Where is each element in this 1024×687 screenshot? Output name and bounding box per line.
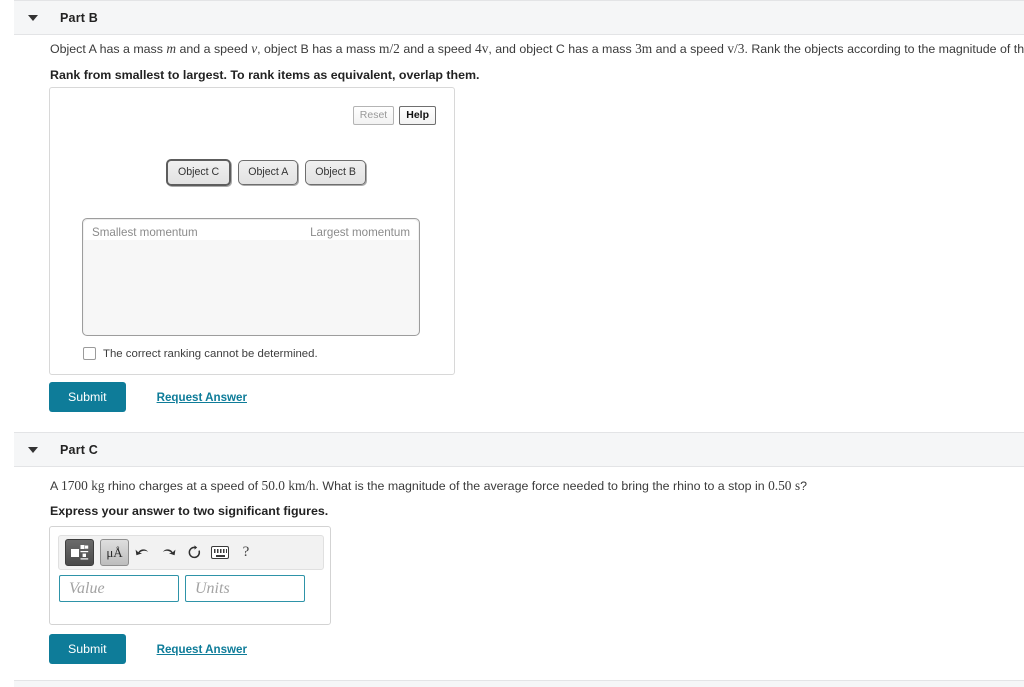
reset-circular-arrow-icon[interactable] <box>181 540 207 565</box>
qc-seg-2: rhino charges at a speed of <box>104 479 262 493</box>
tile-object-c[interactable]: Object C <box>166 159 232 186</box>
undo-arrow-icon[interactable] <box>129 540 155 565</box>
qb-mass-3m: 3m <box>635 41 653 56</box>
part-b-question-text: Object A has a mass m and a speed v, obj… <box>50 41 1024 57</box>
units-input[interactable] <box>185 575 305 602</box>
qc-mass-value: 1700 <box>61 478 88 493</box>
qb-mass-m: m <box>166 41 177 56</box>
qb-speed-4v: 4v <box>475 41 489 56</box>
tile-object-a[interactable]: Object A <box>238 160 299 185</box>
qb-seg-1: Object A has a mass <box>50 42 167 56</box>
cannot-determine-checkbox[interactable] <box>83 347 96 360</box>
qb-seg-4: and a speed <box>399 42 475 56</box>
cannot-determine-label: The correct ranking cannot be determined… <box>103 347 318 360</box>
qb-mass-m-over-2: m/2 <box>379 41 400 56</box>
tile-object-b[interactable]: Object B <box>305 160 366 185</box>
reset-button[interactable]: Reset <box>352 106 395 125</box>
ranking-dropzone[interactable]: Smallest momentum Largest momentum <box>82 218 420 336</box>
qc-seg-3: . What is the magnitude of the average f… <box>315 479 769 493</box>
help-glyph: ? <box>242 544 250 560</box>
qb-seg-3: , object B has a mass <box>257 42 380 56</box>
qc-speed-unit: km/h <box>288 478 316 493</box>
qc-seg-1: A <box>50 479 62 493</box>
qc-seg-4: ? <box>800 479 807 493</box>
part-c-request-answer-link[interactable]: Request Answer <box>157 643 247 656</box>
draggable-tiles: Object C Object A Object B <box>166 159 366 186</box>
part-b-header[interactable]: Part B <box>14 0 1024 35</box>
qc-speed-value: 50.0 <box>261 478 285 493</box>
part-c-instruction: Express your answer to two significant f… <box>50 504 329 518</box>
part-b-submit-row: Submit Request Answer <box>49 382 247 412</box>
redo-arrow-icon[interactable] <box>155 540 181 565</box>
question-mark-icon[interactable]: ? <box>233 540 259 565</box>
part-c-submit-button[interactable]: Submit <box>49 634 126 664</box>
qc-mass-unit: kg <box>91 478 105 493</box>
value-input[interactable] <box>59 575 179 602</box>
part-c-header[interactable]: Part C <box>14 432 1024 467</box>
part-b-title: Part B <box>60 10 99 25</box>
answer-toolbar: μÅ ? <box>58 535 324 570</box>
part-c-title: Part C <box>60 442 99 457</box>
part-c-submit-row: Submit Request Answer <box>49 634 247 664</box>
units-glyph: μÅ <box>106 545 123 560</box>
dropzone-smallest-label: Smallest momentum <box>90 226 200 239</box>
cannot-determine-row[interactable]: The correct ranking cannot be determined… <box>83 347 318 360</box>
part-c-question-text: A 1700 kg rhino charges at a speed of 50… <box>50 478 1010 494</box>
part-b-instruction: Rank from smallest to largest. To rank i… <box>50 68 480 82</box>
problem-page: Part B Object A has a mass m and a speed… <box>0 0 1024 687</box>
qb-seg-2: and a speed <box>176 42 252 56</box>
qb-seg-7: . Rank the objects according to the magn… <box>744 42 1024 56</box>
ranking-controls: Reset Help <box>352 106 436 125</box>
part-b-request-answer-link[interactable]: Request Answer <box>157 391 247 404</box>
answer-fields <box>59 575 305 602</box>
part-b-submit-button[interactable]: Submit <box>49 382 126 412</box>
answer-entry-widget: μÅ ? <box>49 526 331 625</box>
caret-down-icon[interactable] <box>28 446 38 453</box>
help-button[interactable]: Help <box>399 106 436 125</box>
qc-time-value: 0.50 <box>768 478 792 493</box>
qb-seg-6: and a speed <box>652 42 728 56</box>
math-template-icon[interactable] <box>65 539 94 566</box>
qb-seg-5: , and object C has a mass <box>488 42 636 56</box>
ranking-widget: Reset Help Object C Object A Object B Sm… <box>49 87 455 375</box>
dropzone-largest-label: Largest momentum <box>308 226 412 239</box>
micro-angstrom-units-icon[interactable]: μÅ <box>100 539 129 566</box>
keyboard-icon[interactable] <box>207 540 233 565</box>
qb-speed-v-over-3: v/3 <box>727 41 745 56</box>
caret-down-icon[interactable] <box>28 14 38 21</box>
